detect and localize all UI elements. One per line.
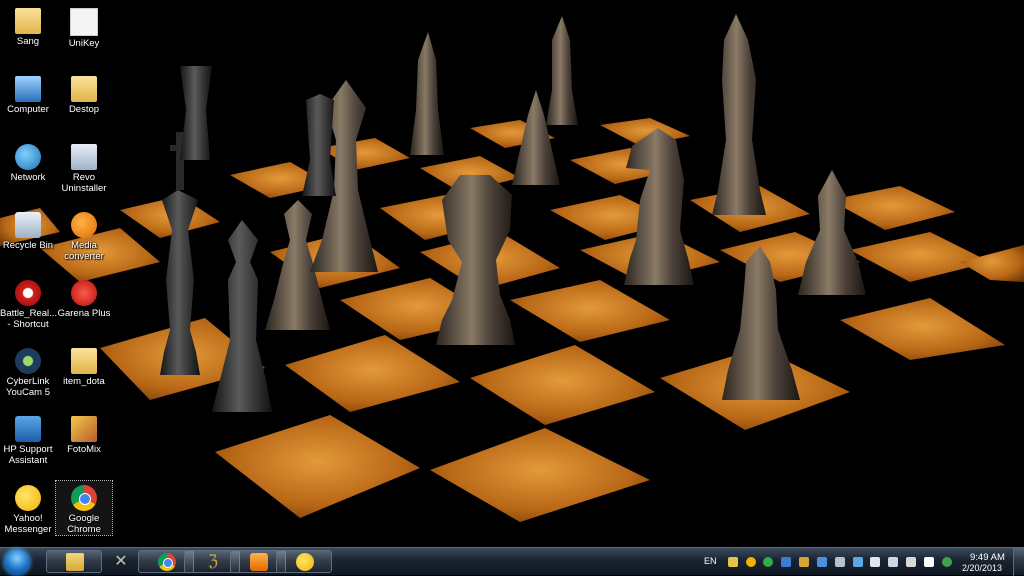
desktop-icon-label: HP Support Assistant <box>3 444 53 466</box>
desktop-icon-recycle-bin[interactable]: Recycle Bin <box>0 208 56 251</box>
desktop-icon-label: Yahoo! Messenger <box>4 513 52 535</box>
tray-folder-icon[interactable] <box>728 557 738 567</box>
taskbar-yahoo-button[interactable] <box>276 550 332 573</box>
start-button[interactable] <box>4 549 30 575</box>
tray-app-icon[interactable] <box>799 557 809 567</box>
game-icon: ℨ <box>208 553 218 570</box>
tray-display-icon[interactable] <box>835 557 845 567</box>
desktop-icon-label: Sang <box>16 36 40 47</box>
desktop-icon-fotomix[interactable]: FotoMix <box>56 412 112 455</box>
desktop-icon-label: item_dota <box>63 376 105 387</box>
media-player-icon <box>250 553 268 571</box>
desktop-icon-unikey[interactable]: UniKey <box>56 4 112 49</box>
desktop-icon-garena-plus[interactable]: Garena Plus <box>56 276 112 319</box>
desktop-icon-label: Computer <box>7 104 49 115</box>
desktop-icon-yahoo-messenger[interactable]: Yahoo! Messenger <box>0 481 56 535</box>
desktop-icon-label: Battle_Real... - Shortcut <box>0 308 58 330</box>
desktop-icon-cyberlink-youcam-5[interactable]: CyberLink YouCam 5 <box>0 344 56 398</box>
desktop-icon-battle-real-shortcut[interactable]: Battle_Real... - Shortcut <box>0 276 58 330</box>
desktop-icon-label: UniKey <box>68 38 100 49</box>
yahoo-messenger-icon <box>296 553 314 571</box>
battery-icon[interactable] <box>906 557 916 567</box>
tray-info-icon[interactable] <box>817 557 827 567</box>
chrome-icon <box>158 553 176 571</box>
desktop-icon-sang[interactable]: Sang <box>0 4 56 47</box>
computer-icon <box>15 76 41 102</box>
desktop-icon-item-dota[interactable]: item_dota <box>56 344 112 387</box>
desktop-icon-google-chrome[interactable]: Google Chrome <box>55 480 113 536</box>
desktop-icon-label: Media converter <box>64 240 104 262</box>
action-center-flag-icon[interactable] <box>924 557 934 567</box>
desktop-icon-computer[interactable]: Computer <box>0 72 56 115</box>
media-converter-icon <box>71 212 97 238</box>
chrome-icon <box>71 485 97 511</box>
volume-icon[interactable] <box>870 557 880 567</box>
show-desktop-button[interactable] <box>1013 548 1024 576</box>
desktop-icon-label: Recycle Bin <box>2 240 54 251</box>
desktop-icon-label: Destop <box>68 104 100 115</box>
desktop-icon-destop[interactable]: Destop <box>56 72 112 115</box>
desktop-icon-label: Google Chrome <box>67 513 101 535</box>
folder-icon <box>15 8 41 34</box>
tray-network-icon[interactable] <box>781 557 791 567</box>
desktop-icon-label: Network <box>10 172 46 183</box>
desktop-icon-label: Revo Uninstaller <box>61 172 107 194</box>
desktop-icon-network[interactable]: Network <box>0 140 56 183</box>
signal-icon[interactable] <box>888 557 898 567</box>
battle-shortcut-icon <box>15 280 41 306</box>
desktop-icon-label: CyberLink YouCam 5 <box>5 376 50 398</box>
tray-refresh-icon[interactable] <box>763 557 773 567</box>
network-icon <box>15 144 41 170</box>
explorer-icon <box>66 553 84 571</box>
recycle-bin-icon <box>15 212 41 238</box>
fotomix-icon <box>71 416 97 442</box>
folder-icon <box>71 76 97 102</box>
folder-icon <box>71 348 97 374</box>
tray-device-icon[interactable] <box>853 557 863 567</box>
garena-icon <box>71 280 97 306</box>
tray-yahoo-icon[interactable] <box>746 557 756 567</box>
game-icon: ✕ <box>114 553 128 570</box>
hp-support-icon <box>15 416 41 442</box>
clock-time[interactable]: 9:49 AM <box>970 552 1005 563</box>
taskbar: ✕ ℨ EN 9:49 AM 2/20/2013 <box>0 547 1024 576</box>
chess-wallpaper <box>0 0 1024 547</box>
yahoo-messenger-icon <box>15 485 41 511</box>
desktop-icon-media-converter[interactable]: Media converter <box>56 208 112 262</box>
desktop-icon-hp-support-assistant[interactable]: HP Support Assistant <box>0 412 56 466</box>
desktop-icon-revo-uninstaller[interactable]: Revo Uninstaller <box>56 140 112 194</box>
language-indicator[interactable]: EN <box>704 556 717 566</box>
desktop-icon-label: Garena Plus <box>57 308 111 319</box>
clock-date[interactable]: 2/20/2013 <box>962 563 1002 573</box>
tray-globe-icon[interactable] <box>942 557 952 567</box>
youcam-icon <box>15 348 41 374</box>
unikey-icon <box>70 8 98 36</box>
revo-uninstaller-icon <box>71 144 97 170</box>
desktop-icon-label: FotoMix <box>67 444 101 455</box>
